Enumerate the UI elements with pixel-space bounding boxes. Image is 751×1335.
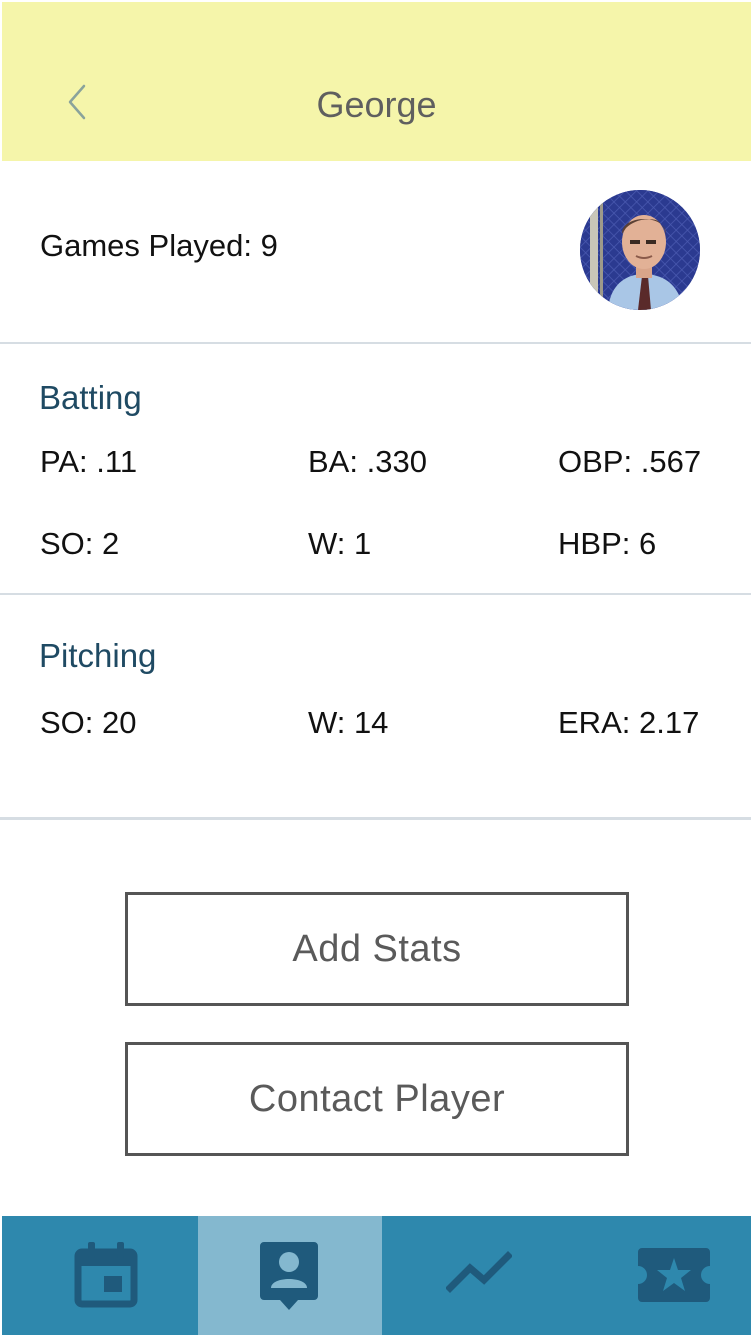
batting-stat-so: SO: 2 xyxy=(40,524,119,564)
tab-events[interactable] xyxy=(566,1216,751,1335)
pitching-stat-so: SO: 20 xyxy=(40,703,137,743)
games-played-text: Games Played: 9 xyxy=(40,226,278,266)
batting-stat-pa: PA: .11 xyxy=(40,442,137,482)
divider xyxy=(0,593,751,595)
divider xyxy=(0,342,751,344)
stat-value: 2 xyxy=(102,526,120,561)
stat-value: 1 xyxy=(353,526,372,561)
stat-value: 14 xyxy=(353,705,389,740)
games-played-value: 9 xyxy=(260,228,278,263)
stat-label: W: xyxy=(308,526,346,561)
batting-stat-hbp: HBP: 6 xyxy=(558,524,656,564)
player-profile-icon xyxy=(260,1242,318,1310)
star-ticket-icon xyxy=(638,1248,710,1302)
stat-label: W: xyxy=(308,705,346,740)
header-bar: George xyxy=(2,2,751,161)
tab-bar xyxy=(2,1216,751,1335)
tab-player[interactable] xyxy=(198,1216,382,1335)
stat-label: OBP: xyxy=(558,444,633,479)
stat-label: PA: xyxy=(40,444,88,479)
tab-schedule[interactable] xyxy=(2,1216,198,1335)
batting-section-title: Batting xyxy=(39,379,142,416)
stat-value: 6 xyxy=(638,526,657,561)
trend-line-icon xyxy=(446,1251,512,1293)
stat-value: .567 xyxy=(640,444,702,479)
tab-stats[interactable] xyxy=(382,1216,566,1335)
batting-stat-ba: BA: .330 xyxy=(308,442,427,482)
stat-label: BA: xyxy=(308,444,358,479)
batting-stat-obp: OBP: .567 xyxy=(558,442,701,482)
player-photo xyxy=(580,190,700,310)
contact-player-button[interactable]: Contact Player xyxy=(125,1042,629,1156)
divider xyxy=(0,817,751,820)
calendar-icon xyxy=(74,1242,138,1308)
games-played-label: Games Played: xyxy=(40,228,252,263)
avatar[interactable] xyxy=(580,190,700,310)
stat-label: ERA: xyxy=(558,705,631,740)
add-stats-button[interactable]: Add Stats xyxy=(125,892,629,1006)
pitching-section-title: Pitching xyxy=(39,637,157,674)
stat-label: SO: xyxy=(40,526,94,561)
stat-label: SO: xyxy=(40,705,94,740)
page-title: George xyxy=(316,84,437,125)
stat-value: .330 xyxy=(366,444,427,479)
stat-value: 20 xyxy=(93,705,137,740)
pitching-stat-w: W: 14 xyxy=(308,703,388,743)
pitching-stat-era: ERA: 2.17 xyxy=(558,703,699,743)
stat-value: .11 xyxy=(96,444,138,479)
batting-stat-w: W: 1 xyxy=(308,524,371,564)
stat-label: HBP: xyxy=(558,526,631,561)
stat-value: 2.17 xyxy=(638,705,700,740)
